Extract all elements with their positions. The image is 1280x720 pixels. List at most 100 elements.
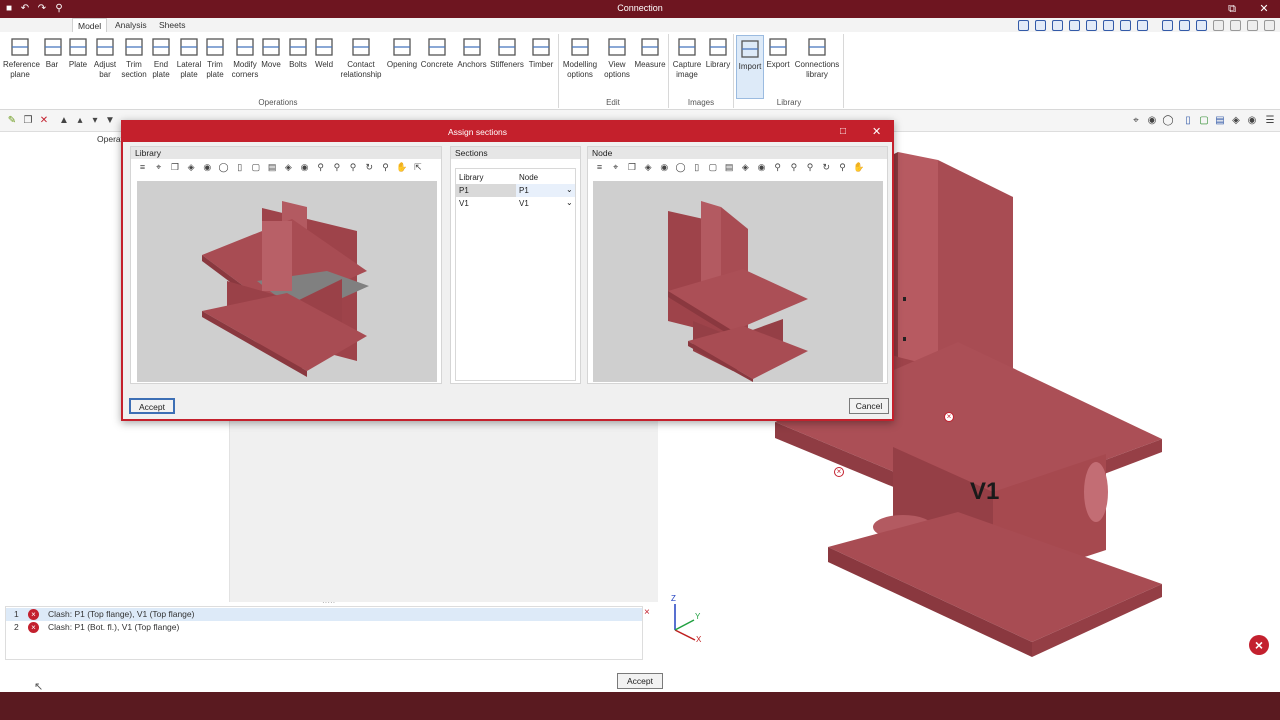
- plane-icon[interactable]: ▯: [1182, 115, 1194, 127]
- bolts-button[interactable]: Bolts: [287, 34, 309, 70]
- anchors-button[interactable]: Anchors: [456, 34, 488, 70]
- bar-button[interactable]: Bar: [42, 34, 62, 70]
- layers-icon[interactable]: ≡: [137, 162, 148, 173]
- settings-icon[interactable]: [1247, 20, 1258, 31]
- close-window-icon[interactable]: ✕: [1257, 2, 1271, 16]
- move-top-icon[interactable]: ▲: [58, 115, 70, 127]
- layers-icon[interactable]: ◈: [1230, 115, 1242, 127]
- tab-analysis[interactable]: Analysis: [110, 18, 152, 32]
- chevron-down-icon[interactable]: ⌄: [566, 198, 573, 207]
- maximize-icon[interactable]: □: [840, 126, 846, 137]
- zoom-fit-icon[interactable]: ⚲: [805, 162, 816, 173]
- delete-icon[interactable]: ✕: [38, 115, 50, 127]
- layers-icon[interactable]: ≡: [594, 162, 605, 173]
- refresh-view-icon[interactable]: [1069, 20, 1080, 31]
- menu-icon[interactable]: ☰: [1264, 115, 1276, 127]
- green-plane-icon[interactable]: ▢: [707, 162, 718, 173]
- modelling-options-button[interactable]: Modelling options: [562, 34, 598, 80]
- green-plane-icon[interactable]: ▢: [250, 162, 261, 173]
- pan-icon[interactable]: ✋: [853, 162, 864, 173]
- layers-icon[interactable]: ◈: [283, 162, 294, 173]
- plane-icon[interactable]: ▯: [234, 162, 245, 173]
- lateral-plate-button[interactable]: Lateral plate: [176, 34, 202, 80]
- orbit-icon[interactable]: ◯: [218, 162, 229, 173]
- show-hide-icon[interactable]: ◉: [756, 162, 767, 173]
- table-row-library-cell[interactable]: V1: [456, 197, 516, 210]
- visibility-icon[interactable]: ◉: [659, 162, 670, 173]
- edit-icon[interactable]: ✎: [6, 115, 18, 127]
- fit-icon[interactable]: [1137, 20, 1148, 31]
- table-row-library-cell[interactable]: P1: [456, 184, 516, 197]
- axes-icon[interactable]: ⌖: [153, 162, 164, 173]
- list-item[interactable]: 1 × Clash: P1 (Top flange), V1 (Top flan…: [6, 608, 642, 621]
- layout-icon[interactable]: [1179, 20, 1190, 31]
- accept-button[interactable]: Accept: [617, 673, 663, 689]
- end-plate-button[interactable]: End plate: [150, 34, 172, 80]
- layers-icon[interactable]: ◈: [740, 162, 751, 173]
- stiffeners-button[interactable]: Stiffeners: [490, 34, 524, 70]
- axes-icon[interactable]: ⌖: [610, 162, 621, 173]
- move-bottom-icon[interactable]: ▼: [104, 115, 116, 127]
- reference-plane-button[interactable]: Reference plane: [3, 34, 40, 80]
- library-3d-preview[interactable]: [137, 181, 437, 382]
- close-list-icon[interactable]: ×: [644, 607, 650, 618]
- dialog-cancel-button[interactable]: Cancel: [849, 398, 889, 414]
- opening-button[interactable]: Opening: [386, 34, 418, 70]
- more-icon[interactable]: [1264, 20, 1275, 31]
- visibility-icon[interactable]: ◉: [202, 162, 213, 173]
- view-rotate-icon[interactable]: [1018, 20, 1029, 31]
- dialog-accept-button[interactable]: Accept: [129, 398, 175, 414]
- select-icon[interactable]: ⇱: [412, 162, 423, 173]
- move-down-icon[interactable]: ▾: [89, 115, 101, 127]
- zoom-icon[interactable]: [1086, 20, 1097, 31]
- error-indicator-icon[interactable]: ×: [1249, 635, 1269, 655]
- zoom-all-icon[interactable]: [1052, 20, 1063, 31]
- refresh-icon[interactable]: ↻: [821, 162, 832, 173]
- show-hide-icon[interactable]: ◉: [1246, 115, 1258, 127]
- pan-icon[interactable]: ✋: [396, 162, 407, 173]
- restore-window-icon[interactable]: ⧉: [1225, 2, 1239, 16]
- clash-marker-icon[interactable]: ×: [834, 467, 844, 477]
- grid-icon[interactable]: [1230, 20, 1241, 31]
- zoom-window-icon[interactable]: [1035, 20, 1046, 31]
- copy-icon[interactable]: ❐: [626, 162, 637, 173]
- show-hide-icon[interactable]: ◉: [299, 162, 310, 173]
- window-icon[interactable]: [1162, 20, 1173, 31]
- move-button[interactable]: Move: [260, 34, 282, 70]
- zoom-icon[interactable]: ⚲: [380, 162, 391, 173]
- list-icon[interactable]: ▤: [267, 162, 278, 173]
- weld-button[interactable]: Weld: [313, 34, 335, 70]
- close-icon[interactable]: ✕: [872, 125, 881, 138]
- trim-section-button[interactable]: Trim section: [120, 34, 148, 80]
- solid-icon[interactable]: ◈: [186, 162, 197, 173]
- trim-plate-button[interactable]: Trim plate: [204, 34, 226, 80]
- import-button[interactable]: Import: [736, 35, 764, 99]
- capture-image-button[interactable]: Capture image: [672, 34, 702, 80]
- timber-button[interactable]: Timber: [527, 34, 555, 70]
- adjust-bar-button[interactable]: Adjust bar: [92, 34, 118, 80]
- modify-corners-button[interactable]: Modify corners: [230, 34, 260, 80]
- orbit-icon[interactable]: ◯: [675, 162, 686, 173]
- zoom-window-icon[interactable]: ⚲: [772, 162, 783, 173]
- connections-library-button[interactable]: Connections library: [794, 34, 840, 80]
- zoom-all-icon[interactable]: ⚲: [788, 162, 799, 173]
- measure-button[interactable]: Measure: [633, 34, 667, 70]
- zoom-window-icon[interactable]: ⚲: [315, 162, 326, 173]
- splitter-handle[interactable]: ·····: [322, 599, 336, 607]
- orbit-view-icon[interactable]: ◯: [1162, 115, 1174, 127]
- zoom-icon[interactable]: ⚲: [837, 162, 848, 173]
- concrete-button[interactable]: Concrete: [420, 34, 454, 70]
- plane-icon[interactable]: ▯: [691, 162, 702, 173]
- node-3d-preview[interactable]: [593, 181, 883, 382]
- zoom-all-icon[interactable]: ⚲: [331, 162, 342, 173]
- refresh-icon[interactable]: ↻: [364, 162, 375, 173]
- solid-icon[interactable]: ◈: [643, 162, 654, 173]
- move-up-icon[interactable]: ▴: [74, 115, 86, 127]
- view-options-button[interactable]: View options: [603, 34, 631, 80]
- chevron-down-icon[interactable]: ⌄: [566, 185, 573, 194]
- reset-icon[interactable]: [1213, 20, 1224, 31]
- tab-model[interactable]: Model: [72, 18, 108, 32]
- copy-icon[interactable]: ❐: [22, 115, 34, 127]
- plate-button[interactable]: Plate: [66, 34, 90, 70]
- pan-icon[interactable]: [1103, 20, 1114, 31]
